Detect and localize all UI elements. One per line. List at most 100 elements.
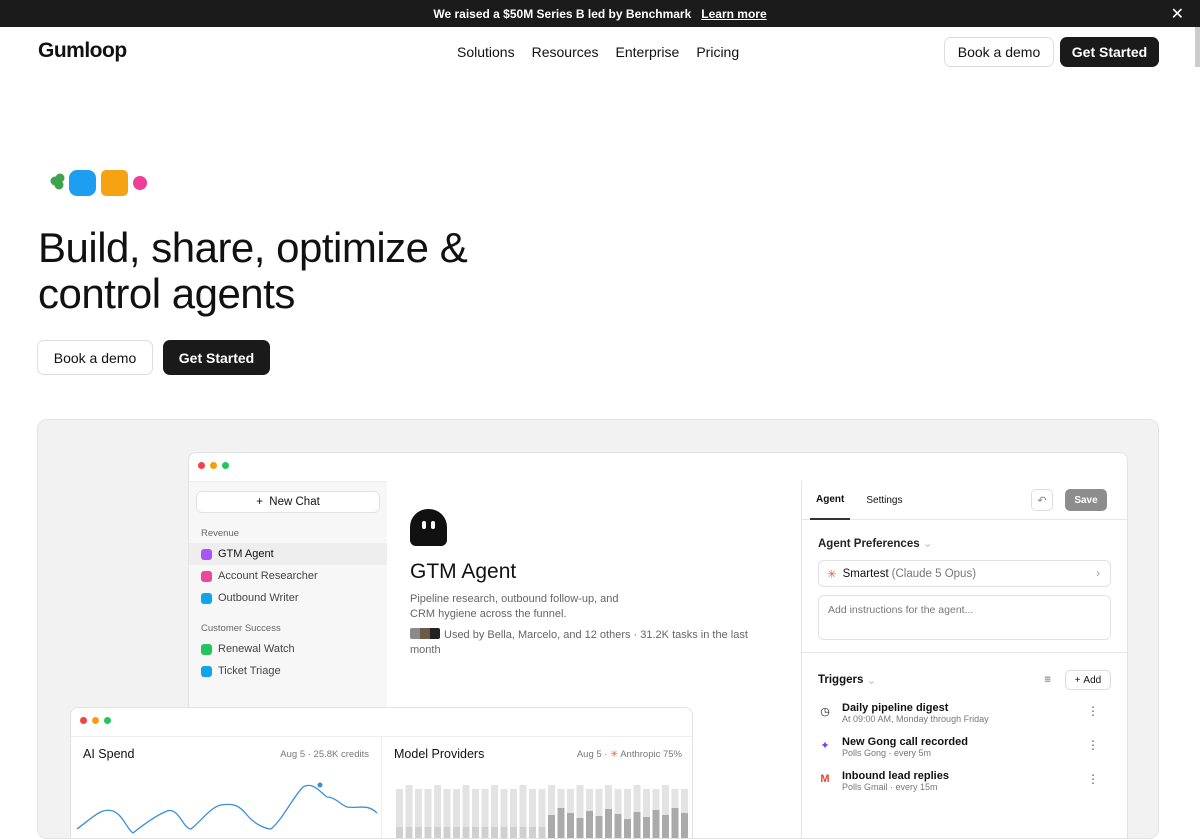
agent-icon (201, 592, 212, 604)
new-chat-button[interactable]: + New Chat (196, 491, 380, 513)
plus-icon: + (256, 496, 270, 508)
agent-preferences: Agent Preferences ⌄ ✳ Smartest (Claude 5… (802, 536, 1127, 640)
window-controls (189, 453, 1127, 478)
tab-agent[interactable]: Agent (810, 481, 851, 520)
provider-bar-segment (624, 819, 631, 838)
provider-bar-segment (462, 827, 470, 838)
provider-bar-segment (481, 827, 489, 838)
trigger-item[interactable]: ◷ Daily pipeline digest At 09:00 AM, Mond… (818, 702, 1111, 724)
undo-icon[interactable]: ↶ (1031, 489, 1053, 511)
agent-overview: GTM Agent Pipeline research, outbound fo… (410, 509, 790, 658)
announcement-banner: We raised a $50M Series B led by Benchma… (0, 0, 1200, 27)
close-icon[interactable]: ✕ (1171, 4, 1184, 24)
close-dot[interactable] (80, 717, 87, 724)
scrollbar[interactable] (1195, 27, 1200, 67)
provider-bar-segment (472, 827, 479, 838)
pink-dot-icon (133, 176, 147, 190)
agent-icon (201, 643, 212, 655)
maximize-dot[interactable] (222, 462, 229, 469)
model-selector[interactable]: ✳ Smartest (Claude 5 Opus) › (818, 560, 1111, 587)
minimize-dot[interactable] (92, 717, 99, 724)
hero-get-started-button[interactable]: Get Started (163, 340, 270, 375)
add-trigger-button[interactable]: + Add (1065, 670, 1111, 690)
divider (802, 652, 1127, 653)
get-started-button[interactable]: Get Started (1060, 37, 1159, 67)
anthropic-icon: ✳ (827, 568, 837, 581)
chevron-down-icon[interactable]: ⌄ (867, 673, 877, 687)
provider-bar-segment (396, 827, 403, 838)
model-detail: (Claude 5 Opus) (891, 567, 977, 580)
provider-bar-segment (595, 816, 603, 838)
provider-bar-segment (510, 827, 517, 838)
trigger-schedule: Polls Gong · every 5m (842, 748, 932, 758)
trigger-item[interactable]: ✦ New Gong call recorded Polls Gong · eve… (818, 736, 1111, 758)
provider-bar-segment (424, 827, 432, 838)
sidebar-item-ticket-triage[interactable]: Ticket Triage (189, 660, 387, 682)
agent-description: Pipeline research, outbound follow-up, a… (410, 593, 619, 620)
nav-resources[interactable]: Resources (532, 44, 599, 60)
provider-bar-segment (538, 827, 546, 838)
provider-bar-segment (662, 815, 669, 838)
ghost-icon (410, 509, 447, 546)
agent-icon (201, 570, 212, 582)
nav-solutions[interactable]: Solutions (457, 44, 515, 60)
more-icon[interactable]: ⋮ (1087, 738, 1099, 752)
panel-tabs: Agent Settings ↶ Save (802, 481, 1127, 520)
hero-heading: Build, share, optimize & control agents (38, 225, 468, 317)
provider-bar-segment (605, 809, 612, 838)
provider-bar-segment (443, 827, 451, 838)
more-icon[interactable]: ⋮ (1087, 704, 1099, 718)
agent-title: GTM Agent (410, 560, 517, 583)
chevron-right-icon: › (1096, 567, 1100, 580)
gong-icon: ✦ (820, 740, 830, 752)
sidebar-item-outbound-writer[interactable]: Outbound Writer (189, 587, 387, 609)
provider-bar-segment (576, 818, 584, 838)
sidebar-item-account-researcher[interactable]: Account Researcher (189, 565, 387, 587)
spend-line (76, 784, 378, 834)
book-demo-button[interactable]: Book a demo (944, 37, 1054, 67)
provider-bar-segment (500, 827, 508, 838)
agent-icon (201, 665, 212, 677)
preferences-title[interactable]: Agent Preferences ⌄ (818, 536, 1111, 550)
provider-bar-segment (643, 817, 650, 838)
agent-icon (201, 548, 212, 560)
maximize-dot[interactable] (104, 717, 111, 724)
add-label: Add (1083, 674, 1102, 686)
triggers-section: Triggers ⌄ ≡ + Add ◷ Daily pipeline dige… (802, 670, 1127, 792)
provider-bar-segment (671, 808, 679, 838)
sidebar-item-gtm-agent[interactable]: GTM Agent (189, 543, 387, 565)
instructions-input[interactable]: Add instructions for the agent... (818, 595, 1111, 640)
agent-usage: Used by Bella, Marcelo, and 12 others · … (410, 628, 770, 658)
sidebar-item-label: GTM Agent (218, 548, 274, 560)
provider-bar-segment (405, 827, 413, 838)
more-icon[interactable]: ⋮ (1087, 772, 1099, 786)
sidebar-item-renewal-watch[interactable]: Renewal Watch (189, 638, 387, 660)
hero-book-demo-button[interactable]: Book a demo (37, 340, 153, 375)
tab-settings[interactable]: Settings (860, 481, 908, 520)
preferences-title-label: Agent Preferences (818, 538, 920, 550)
logo[interactable]: Gumloop (38, 39, 127, 63)
sidebar-item-label: Renewal Watch (218, 643, 295, 655)
product-preview: + New Chat Revenue GTM Agent Account Res… (37, 419, 1159, 839)
provider-bar-segment (491, 827, 498, 838)
clover-icon (50, 173, 65, 190)
triggers-title: Triggers (818, 674, 864, 686)
close-dot[interactable] (198, 462, 205, 469)
save-button[interactable]: Save (1065, 489, 1107, 511)
sidebar-item-label: Outbound Writer (218, 592, 299, 604)
trigger-schedule: At 09:00 AM, Monday through Friday (842, 714, 989, 724)
provider-bar-segment (633, 812, 641, 838)
group-revenue: Revenue (201, 528, 240, 539)
nav-enterprise[interactable]: Enterprise (616, 44, 680, 60)
usage-text: Used by Bella, Marcelo, and 12 others · … (410, 629, 748, 656)
group-customer-success: Customer Success (201, 623, 281, 634)
learn-more-link[interactable]: Learn more (701, 7, 766, 21)
new-chat-label: New Chat (269, 496, 320, 508)
trigger-name: Inbound lead replies (842, 770, 949, 782)
nav-pricing[interactable]: Pricing (696, 44, 739, 60)
minimize-dot[interactable] (210, 462, 217, 469)
trigger-item[interactable]: M Inbound lead replies Polls Gmail · ever… (818, 770, 1111, 792)
ai-spend-panel: AI Spend Aug 5 · 25.8K credits (71, 736, 382, 838)
filter-icon[interactable]: ≡ (1044, 674, 1051, 686)
model-providers-panel: Model Providers Aug 5 · ✳ Anthropic 75% (382, 736, 692, 838)
